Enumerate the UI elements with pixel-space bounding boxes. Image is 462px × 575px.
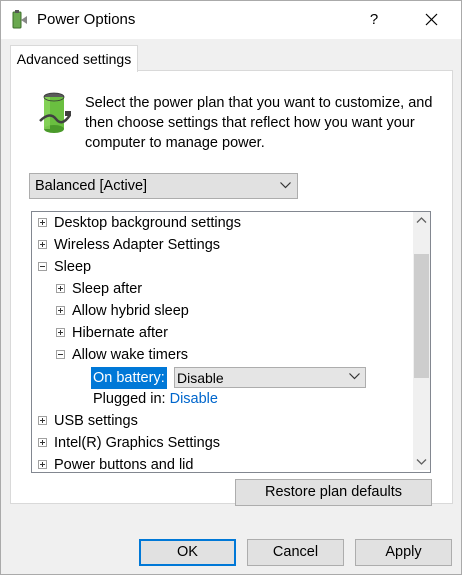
scroll-up-button[interactable]	[413, 212, 430, 229]
expand-icon[interactable]	[56, 283, 65, 293]
tree-scrollbar[interactable]	[413, 212, 430, 470]
on-battery-label: On battery:	[91, 367, 167, 389]
restore-plan-defaults-button[interactable]: Restore plan defaults	[235, 479, 432, 506]
tree-item-allow-wake-timers[interactable]: Allow wake timers	[56, 344, 188, 366]
collapse-icon[interactable]	[38, 261, 47, 271]
tab-advanced-settings[interactable]: Advanced settings	[10, 45, 138, 72]
plugged-in-setting[interactable]: Plugged in: Disable	[93, 388, 218, 410]
ok-button[interactable]: OK	[139, 539, 236, 566]
plan-description: Select the power plan that you want to c…	[85, 95, 433, 151]
chevron-up-icon	[416, 217, 427, 223]
chevron-down-icon	[280, 182, 291, 189]
expand-icon[interactable]	[56, 305, 65, 315]
expand-icon[interactable]	[38, 437, 47, 447]
tree-item-hibernate-after[interactable]: Hibernate after	[56, 322, 168, 344]
power-plan-value: Balanced [Active]	[35, 178, 148, 194]
plugged-in-value[interactable]: Disable	[170, 391, 218, 407]
tree-item-sleep[interactable]: Sleep	[38, 256, 91, 278]
settings-tree[interactable]: Desktop background settings Wireless Ada…	[31, 211, 431, 473]
dialog-body: Advanced settings Select the power plan …	[1, 39, 461, 574]
expand-icon[interactable]	[38, 459, 47, 469]
power-plan-dropdown[interactable]: Balanced [Active]	[29, 173, 298, 199]
battery-plan-icon	[39, 92, 72, 133]
close-icon	[425, 13, 438, 26]
tree-item-sleep-after[interactable]: Sleep after	[56, 278, 142, 300]
scroll-down-button[interactable]	[413, 453, 430, 470]
tree-item-allow-hybrid-sleep[interactable]: Allow hybrid sleep	[56, 300, 189, 322]
tree-item-wireless-adapter[interactable]: Wireless Adapter Settings	[38, 234, 220, 256]
chevron-down-icon	[349, 373, 360, 380]
power-options-dialog: Power Options ? Advanced settings Select…	[0, 0, 462, 575]
close-button[interactable]	[415, 6, 449, 34]
help-button[interactable]: ?	[361, 6, 387, 34]
tree-item-power-buttons[interactable]: Power buttons and lid	[38, 454, 193, 472]
advanced-settings-panel: Select the power plan that you want to c…	[10, 70, 453, 506]
expand-icon[interactable]	[38, 239, 47, 249]
tree-item-intel-graphics[interactable]: Intel(R) Graphics Settings	[38, 432, 220, 454]
apply-button[interactable]: Apply	[355, 539, 452, 566]
power-options-app-icon	[12, 10, 27, 29]
on-battery-dropdown[interactable]: Disable	[174, 367, 366, 388]
title-bar: Power Options ?	[1, 1, 461, 39]
tree-item-usb-settings[interactable]: USB settings	[38, 410, 138, 432]
chevron-down-icon	[416, 459, 427, 465]
collapse-icon[interactable]	[56, 349, 65, 359]
expand-icon[interactable]	[56, 327, 65, 337]
on-battery-setting[interactable]: On battery: Disable	[32, 367, 412, 389]
plugged-in-label: Plugged in:	[93, 391, 166, 407]
window-title: Power Options	[37, 11, 136, 28]
expand-icon[interactable]	[38, 415, 47, 425]
scroll-thumb[interactable]	[414, 254, 429, 378]
expand-icon[interactable]	[38, 217, 47, 227]
on-battery-value: Disable	[177, 370, 224, 386]
tree-item-desktop-background[interactable]: Desktop background settings	[38, 212, 241, 234]
cancel-button[interactable]: Cancel	[247, 539, 344, 566]
